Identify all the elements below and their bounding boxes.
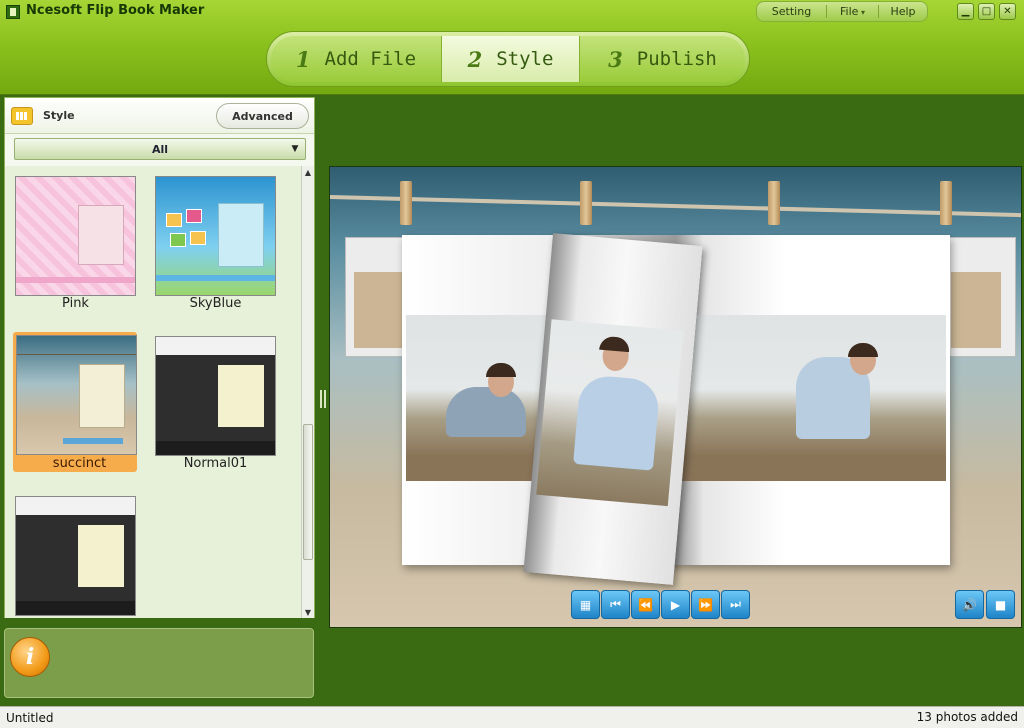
prev-page-button[interactable]: ⏪ bbox=[631, 590, 660, 619]
fullscreen-button[interactable]: ■ bbox=[986, 590, 1015, 619]
page-photo bbox=[536, 319, 684, 507]
menu-help[interactable]: Help bbox=[879, 5, 927, 18]
tab-label: Add File bbox=[324, 48, 417, 70]
style-thumbnail-list: Pink SkyBlue succinct Normal01 bbox=[5, 166, 301, 618]
thumb-label: Pink bbox=[62, 296, 89, 311]
style-thumb-succinct[interactable]: succinct bbox=[13, 332, 137, 472]
minimize-button[interactable]: ▁ bbox=[957, 3, 974, 20]
style-icon bbox=[11, 107, 33, 125]
advanced-button[interactable]: Advanced bbox=[216, 103, 309, 129]
chevron-down-icon: ▼ bbox=[291, 144, 299, 154]
step-number: 3 bbox=[608, 46, 623, 72]
clothespin bbox=[940, 181, 952, 225]
scrollbar-thumb[interactable] bbox=[303, 424, 313, 560]
style-panel-header: Style Advanced bbox=[5, 98, 314, 134]
next-page-button[interactable]: ⏩ bbox=[691, 590, 720, 619]
app-icon bbox=[6, 5, 20, 19]
scroll-down-icon[interactable]: ▼ bbox=[302, 606, 314, 618]
tab-publish[interactable]: 3 Publish bbox=[580, 36, 745, 82]
thumb-preview bbox=[16, 335, 137, 455]
info-panel: i bbox=[4, 628, 314, 698]
panel-splitter[interactable] bbox=[320, 390, 326, 408]
step-tabs: 1 Add File 2 Style 3 Publish bbox=[271, 36, 745, 82]
step-number: 1 bbox=[295, 46, 311, 72]
tab-label: Style bbox=[496, 48, 554, 70]
clothespin bbox=[580, 181, 592, 225]
style-thumb-pink[interactable]: Pink bbox=[9, 170, 136, 311]
tab-add-file[interactable]: 1 Add File bbox=[271, 36, 442, 82]
top-menu: Setting File Help bbox=[756, 1, 928, 22]
clothespin bbox=[400, 181, 412, 225]
playback-controls: ▦ ⏮ ⏪ ▶ ⏩ ⏭ bbox=[571, 590, 750, 620]
close-button[interactable]: ✕ bbox=[999, 3, 1016, 20]
style-thumb-skyblue[interactable]: SkyBlue bbox=[149, 170, 276, 311]
style-panel-title: Style bbox=[43, 109, 75, 122]
style-thumb-normal01[interactable]: Normal01 bbox=[149, 330, 276, 471]
thumb-preview bbox=[15, 176, 136, 296]
style-panel: Style Advanced All ▼ Pink SkyBlue succin… bbox=[4, 97, 315, 618]
first-page-button[interactable]: ⏮ bbox=[601, 590, 630, 619]
thumb-preview bbox=[155, 336, 276, 456]
status-bar: Untitled 13 photos added bbox=[0, 706, 1024, 728]
thumbnails-button[interactable]: ▦ bbox=[571, 590, 600, 619]
thumb-label: succinct bbox=[52, 456, 107, 471]
tab-label: Publish bbox=[636, 48, 717, 70]
step-bar: 1 Add File 2 Style 3 Publish bbox=[266, 31, 750, 87]
volume-button[interactable]: 🔊 bbox=[955, 590, 984, 619]
thumbnail-scrollbar[interactable]: ▲ ▼ bbox=[301, 166, 314, 618]
filter-value: All bbox=[151, 142, 169, 156]
play-button[interactable]: ▶ bbox=[661, 590, 690, 619]
project-name: Untitled bbox=[6, 711, 54, 725]
style-thumb-dark[interactable] bbox=[9, 490, 136, 618]
page-photo bbox=[680, 315, 946, 481]
title-bar: Ncesoft Flip Book Maker Setting File Hel… bbox=[0, 0, 1024, 95]
menu-file[interactable]: File bbox=[827, 5, 879, 18]
info-icon: i bbox=[10, 637, 50, 677]
step-number: 2 bbox=[467, 46, 483, 72]
menu-setting[interactable]: Setting bbox=[757, 5, 827, 18]
clothesline bbox=[330, 195, 1021, 218]
tab-style[interactable]: 2 Style bbox=[442, 36, 580, 82]
thumb-preview bbox=[15, 496, 136, 616]
thumb-label: Normal01 bbox=[183, 456, 248, 471]
side-photo-card bbox=[946, 237, 1016, 357]
style-filter-select[interactable]: All ▼ bbox=[14, 138, 306, 160]
scroll-up-icon[interactable]: ▲ bbox=[302, 166, 314, 178]
turning-page[interactable] bbox=[523, 233, 703, 585]
last-page-button[interactable]: ⏭ bbox=[721, 590, 750, 619]
photo-count: 13 photos added bbox=[916, 710, 1018, 724]
app-title: Ncesoft Flip Book Maker bbox=[26, 3, 205, 18]
maximize-button[interactable]: □ bbox=[978, 3, 995, 20]
thumb-preview bbox=[155, 176, 276, 296]
thumb-label: SkyBlue bbox=[189, 296, 242, 311]
clothespin bbox=[768, 181, 780, 225]
flipbook-preview: ▦ ⏮ ⏪ ▶ ⏩ ⏭ 🔊 ■ bbox=[329, 166, 1022, 628]
